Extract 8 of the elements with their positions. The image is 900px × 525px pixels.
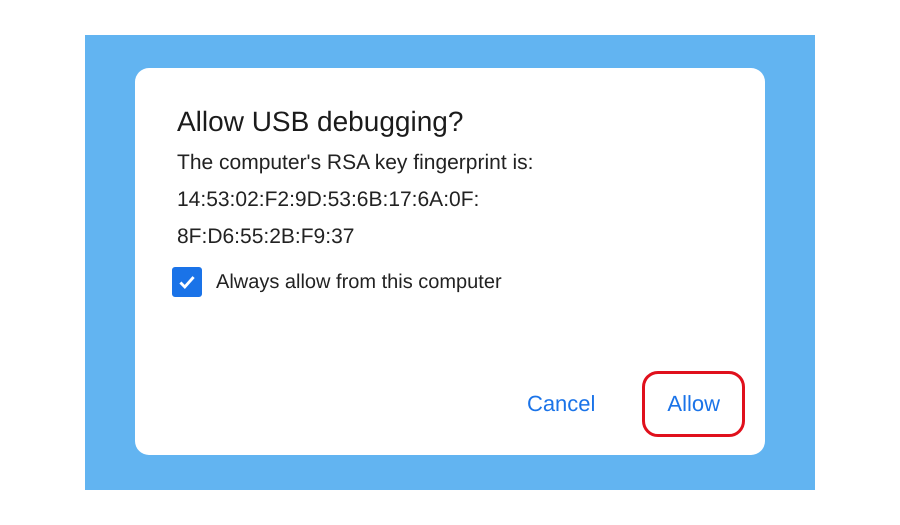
checkbox-label: Always allow from this computer bbox=[216, 270, 502, 294]
message-text: The computer's RSA key fingerprint is: bbox=[177, 150, 534, 176]
dialog-button[interactable]: Cancel bbox=[502, 371, 620, 437]
dialog-title: Allow USB debugging? bbox=[177, 105, 464, 139]
highlighted-button[interactable]: Allow bbox=[642, 371, 745, 437]
checkbox[interactable] bbox=[172, 267, 202, 297]
fingerprint-text: 14:53:02:F2:9D:53:6B:17:6A:0F: bbox=[177, 187, 480, 213]
fingerprint-text: 8F:D6:55:2B:F9:37 bbox=[177, 224, 356, 250]
